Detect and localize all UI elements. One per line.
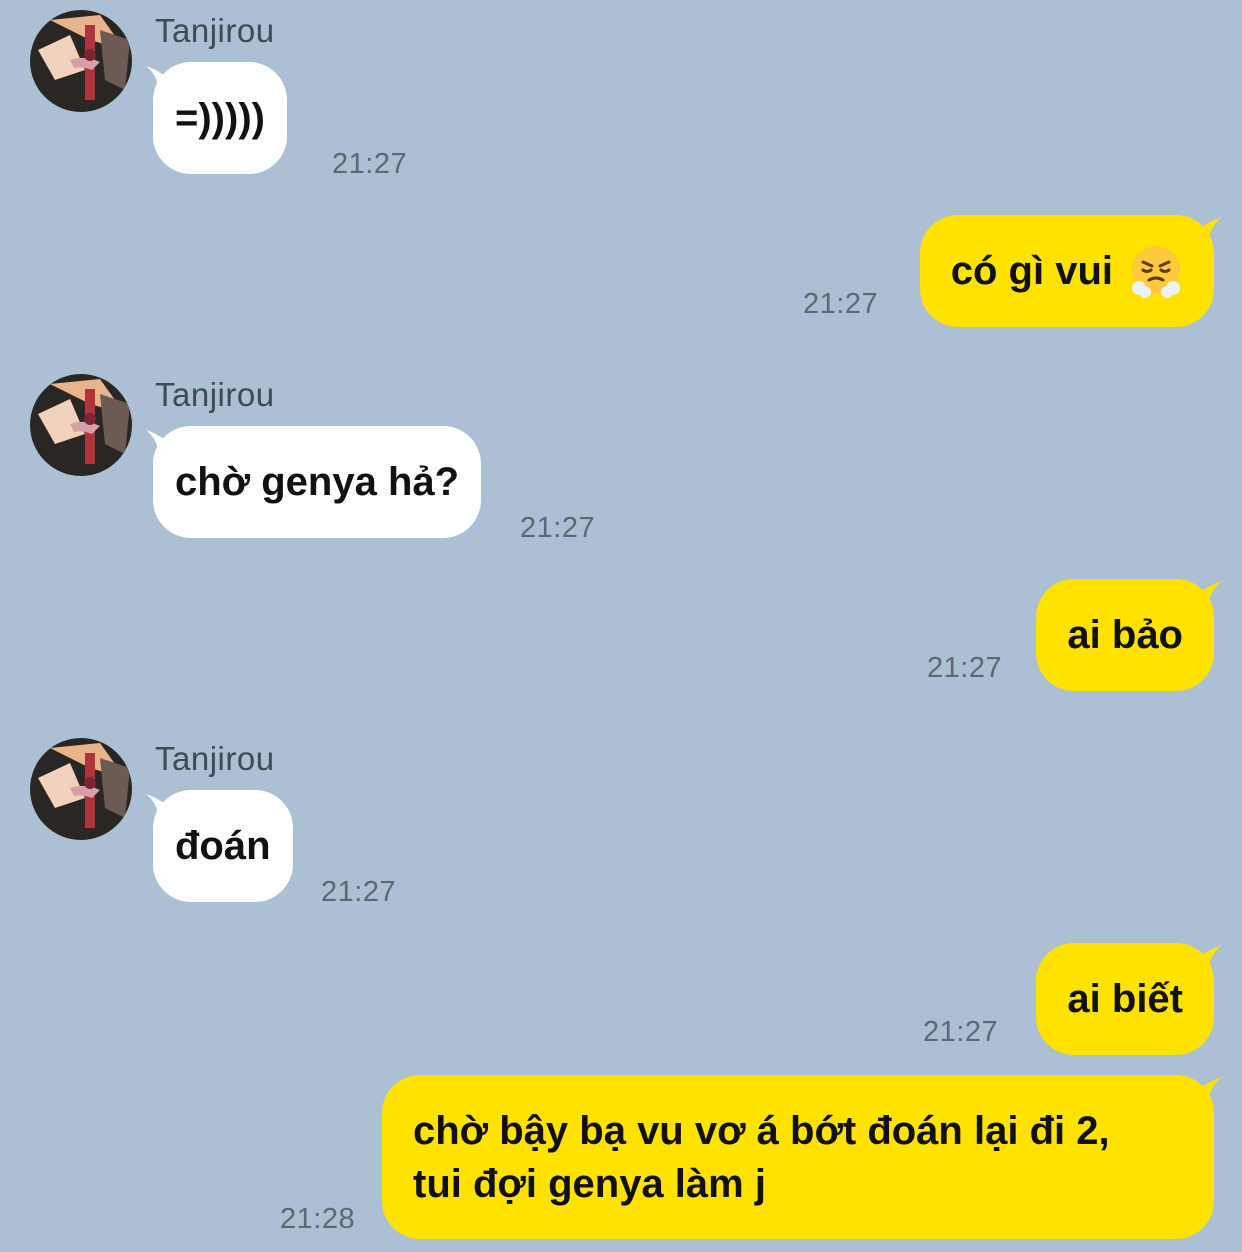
message-time: 21:27 <box>332 148 408 180</box>
message-time: 21:27 <box>321 876 397 908</box>
message-text-line: chờ bậy bạ vu vơ á bớt đoán lại đi 2, <box>413 1109 1110 1153</box>
message-bubble[interactable]: đoán <box>153 790 293 902</box>
avatar-image <box>30 374 132 476</box>
message-bubble[interactable]: có gì vui <box>919 215 1214 327</box>
message-bubble[interactable]: chờ genya hả? <box>153 426 482 538</box>
message-bubble[interactable]: =))))) <box>153 62 287 174</box>
message-time: 21:27 <box>520 512 596 544</box>
sender-avatar[interactable] <box>30 374 132 476</box>
sender-name: Tanjirou <box>155 740 275 777</box>
sender-avatar[interactable] <box>30 10 132 112</box>
message-time: 21:27 <box>803 288 879 320</box>
avatar-image <box>30 10 132 112</box>
avatar-image <box>30 738 132 840</box>
message-bubble[interactable]: ai bảo <box>1036 579 1214 691</box>
face-with-steam-from-nose-icon <box>1129 244 1183 298</box>
message-text: ai bảo <box>1067 612 1183 657</box>
message-time: 21:27 <box>927 652 1003 684</box>
message-text: có gì vui <box>950 248 1113 293</box>
message-text: =))))) <box>175 95 265 140</box>
message-text-line: tui đợi genya làm j <box>413 1162 766 1206</box>
message-time: 21:28 <box>280 1203 356 1235</box>
message-text: chờ genya hả? <box>175 459 460 504</box>
sender-name: Tanjirou <box>155 376 275 413</box>
message-text: ai biết <box>1067 976 1183 1021</box>
message-bubble[interactable]: ai biết <box>1036 943 1214 1055</box>
message-bubble[interactable]: chờ bậy bạ vu vơ á bớt đoán lại đi 2, tu… <box>382 1075 1214 1239</box>
sender-name: Tanjirou <box>155 12 275 49</box>
message-text: đoán <box>175 823 271 868</box>
message-time: 21:27 <box>923 1016 999 1048</box>
sender-avatar[interactable] <box>30 738 132 840</box>
